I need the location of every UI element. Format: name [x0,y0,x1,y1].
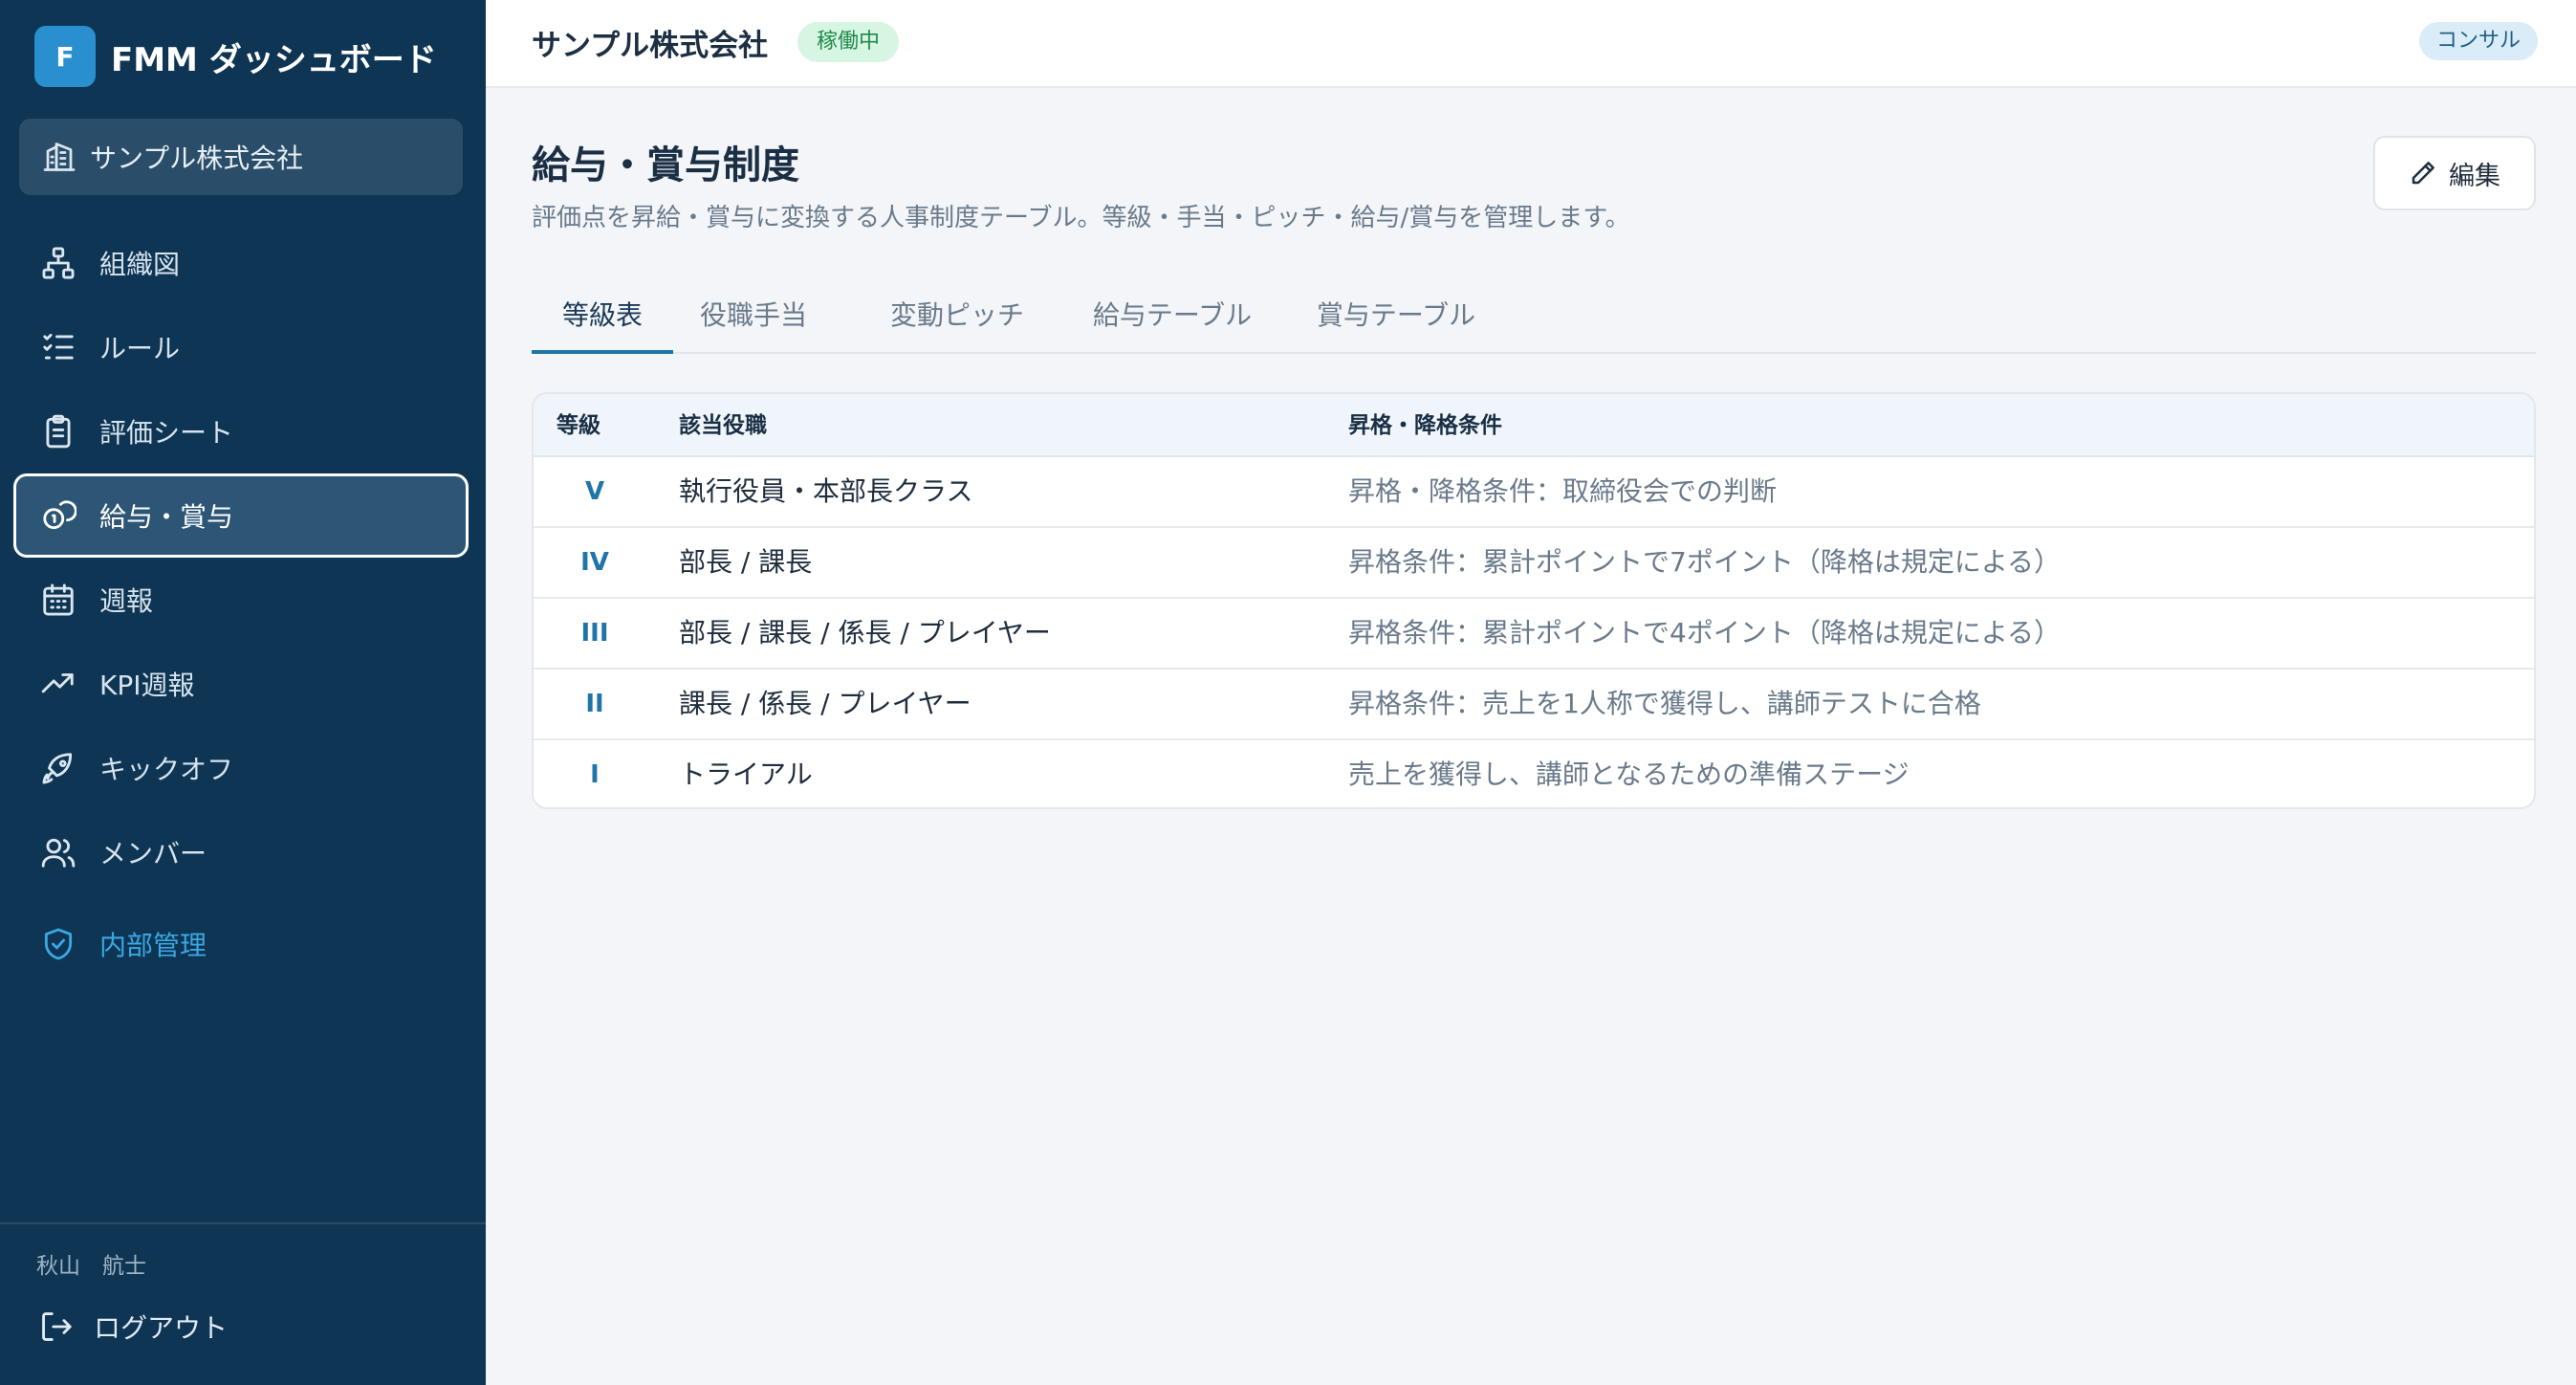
table-row: I トライアル 売上を獲得し、講師となるための準備ステージ [534,740,2534,807]
column-header-grade: 等級 [557,413,600,438]
grade-cell: II [585,690,604,718]
edit-button-label: 編集 [2449,161,2500,191]
sidebar-item-kickoff[interactable]: キックオフ [15,726,467,810]
grade-cell: I [590,760,600,789]
table-row: IV 部長 / 課長 昇格条件：累計ポイントで7ポイント（降格は規定による） [534,528,2534,599]
sidebar-item-members[interactable]: メンバー [15,810,467,894]
sidebar-item-label: ルール [99,333,181,364]
rocket-icon [42,753,73,784]
table-header: 等級 該当役職 昇格・降格条件 [534,394,2534,457]
users-icon [41,838,76,868]
role-cell: 課長 / 係長 / プレイヤー [679,688,971,719]
role-cell: 部長 / 課長 / 係長 / プレイヤー [679,617,1051,649]
app-logo: F [34,26,96,87]
logout-icon [42,1312,72,1341]
table-row: III 部長 / 課長 / 係長 / プレイヤー 昇格条件：累計ポイントで4ポイ… [534,599,2534,670]
sidebar-divider [0,1222,486,1224]
column-header-role: 該当役職 [679,413,767,438]
role-badge: コンサル [2418,22,2538,60]
sidebar-item-weekly-report[interactable]: 週報 [15,558,467,642]
sidebar-item-label: 内部管理 [99,930,207,961]
condition-cell: 売上を獲得し、講師となるための準備ステージ [1348,758,1910,790]
sidebar: F FMM ダッシュボード サンプル株式会社 組織図 ルール 評価シート 給与・… [0,0,486,1385]
role-cell: トライアル [679,758,813,790]
org-chart-icon [42,247,75,279]
checklist-icon [43,333,74,360]
sidebar-item-rules[interactable]: ルール [15,305,467,389]
brand[interactable]: F FMM ダッシュボード [34,26,437,87]
role-cell: 執行役員・本部長クラス [679,475,973,507]
page-title: 給与・賞与制度 [532,143,799,187]
grade-table: 等級 該当役職 昇格・降格条件 V 執行役員・本部長クラス 昇格・降格条件：取締… [532,392,2536,809]
sidebar-item-label: 週報 [99,585,154,617]
company-selector[interactable]: サンプル株式会社 [19,119,463,195]
condition-cell: 昇格条件：売上を1人称で獲得し、講師テストに合格 [1348,688,1981,719]
app-title: FMM ダッシュボード [111,40,437,79]
company-name: サンプル株式会社 [90,143,304,174]
company-title: サンプル株式会社 [532,29,769,63]
condition-cell: 昇格条件：累計ポイントで4ポイント（降格は規定による） [1348,617,2061,649]
sidebar-item-kpi-weekly[interactable]: KPI週報 [15,642,467,726]
tab-grade-table[interactable]: 等級表 [532,279,673,354]
condition-cell: 昇格・降格条件：取締役会での判断 [1348,475,1778,507]
condition-cell: 昇格条件：累計ポイントで7ポイント（降格は規定による） [1348,546,2061,578]
table-row: V 執行役員・本部長クラス 昇格・降格条件：取締役会での判断 [534,457,2534,528]
role-cell: 部長 / 課長 [679,546,813,578]
sidebar-item-internal-admin[interactable]: 内部管理 [15,902,467,986]
tab-bar: 等級表 役職手当 変動ピッチ 給与テーブル 賞与テーブル [532,279,2536,354]
top-bar: サンプル株式会社 稼働中 コンサル [486,0,2576,88]
calendar-icon [43,583,74,616]
grade-cell: III [580,619,609,648]
status-badge: 稼働中 [797,22,900,62]
sidebar-item-label: 評価シート [99,417,234,449]
table-row: II 課長 / 係長 / プレイヤー 昇格条件：売上を1人称で獲得し、講師テスト… [534,670,2534,740]
coins-icon [43,500,76,530]
tab-bonus-table[interactable]: 賞与テーブル [1312,279,1480,354]
grade-cell: IV [580,548,609,577]
shield-check-icon [44,928,73,960]
sidebar-item-label: 組織図 [99,249,181,280]
edit-button[interactable]: 編集 [2373,136,2536,210]
sidebar-item-label: キックオフ [99,754,234,785]
tab-position-allowance[interactable]: 役職手当 [694,279,813,354]
sidebar-item-label: KPI週報 [99,670,195,701]
trending-up-icon [41,673,74,693]
tab-variable-pitch[interactable]: 変動ピッチ [885,279,1029,354]
clipboard-icon [46,414,71,449]
sidebar-item-label: 給与・賞与 [99,501,234,533]
page-description: 評価点を昇給・賞与に変換する人事制度テーブル。等級・手当・ピッチ・給与/賞与を管… [532,204,1630,232]
current-user-name: 秋山 航士 [36,1254,146,1279]
sidebar-item-salary-bonus[interactable]: 給与・賞与 [13,473,469,558]
logout-label: ログアウト [94,1312,229,1344]
column-header-condition: 昇格・降格条件 [1348,413,1502,438]
building-icon [43,143,76,171]
sidebar-item-evaluation-sheet[interactable]: 評価シート [15,389,467,473]
sidebar-item-org-chart[interactable]: 組織図 [15,221,467,305]
sidebar-item-label: メンバー [99,838,207,869]
pencil-icon [2412,162,2434,185]
logout-button[interactable]: ログアウト [15,1285,467,1369]
grade-cell: V [584,477,605,506]
tab-salary-table[interactable]: 給与テーブル [1088,279,1256,354]
